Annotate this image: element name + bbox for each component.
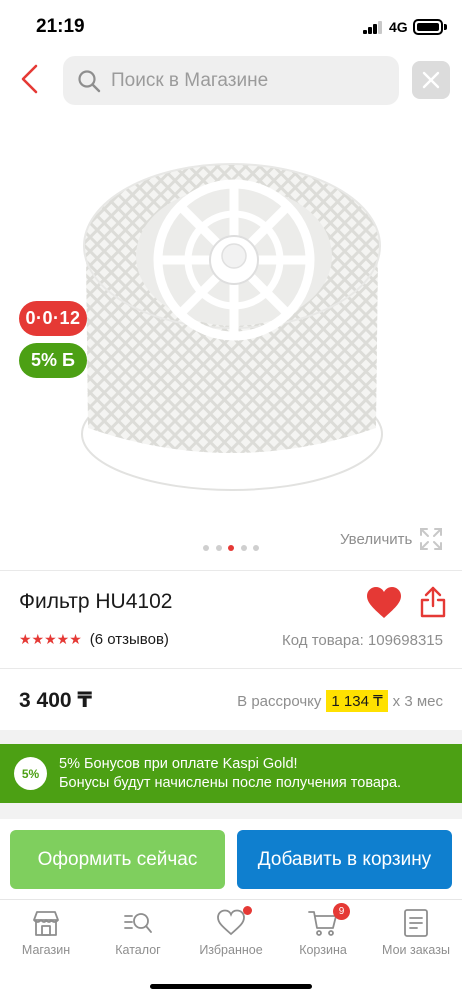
product-gallery[interactable]: 0·0·12 5% Б Увеличить — [0, 112, 462, 567]
nav-label: Каталог — [115, 943, 161, 957]
expand-icon — [420, 528, 443, 550]
nav-label: Избранное — [199, 943, 263, 957]
timer-badge: 0·0·12 — [19, 301, 87, 336]
installment-amount: 1 134 ₸ — [326, 690, 388, 712]
installment-suffix: х 3 мес — [392, 692, 443, 710]
favorite-button[interactable] — [366, 586, 402, 620]
nav-item-catalog[interactable]: Каталог — [92, 908, 184, 957]
bonus-percent-badge: 5% Б — [19, 343, 87, 378]
installment-info[interactable]: В рассрочку 1 134 ₸ х 3 мес — [237, 690, 443, 712]
nav-label: Мои заказы — [382, 943, 450, 957]
close-icon — [422, 71, 440, 89]
section-separator — [0, 803, 462, 819]
installment-prefix: В рассрочку — [237, 692, 322, 710]
pagination-dot[interactable] — [215, 545, 222, 551]
add-to-cart-button[interactable]: Добавить в корзину — [237, 830, 452, 889]
rating-stars: ★★★★★ — [19, 631, 82, 647]
zoom-label: Увеличить — [340, 530, 413, 548]
bonus-line-1: 5% Бонусов при оплате Kaspi Gold! — [59, 755, 298, 772]
reviews-link[interactable]: (6 отзывов) — [90, 631, 169, 648]
shop-icon — [33, 911, 59, 936]
heart-filled-icon — [367, 587, 401, 618]
back-button[interactable] — [12, 62, 46, 96]
divider — [0, 668, 462, 669]
pagination-dot[interactable] — [203, 545, 209, 551]
search-input[interactable] — [111, 69, 381, 92]
gallery-pagination[interactable] — [203, 545, 266, 551]
clear-search-button[interactable] — [412, 61, 450, 99]
status-time: 21:19 — [36, 16, 85, 37]
notification-dot — [243, 906, 252, 915]
nav-item-orders[interactable]: Мои заказы — [370, 908, 462, 957]
pagination-dot-active[interactable] — [228, 545, 234, 551]
product-title: Фильтр HU4102 — [19, 590, 173, 613]
home-indicator[interactable] — [150, 984, 312, 989]
divider — [0, 570, 462, 571]
orders-icon — [404, 909, 428, 937]
pagination-dot[interactable] — [253, 545, 259, 551]
heart-icon — [217, 909, 245, 936]
nav-item-cart[interactable]: 9 Корзина — [277, 903, 369, 957]
catalog-icon — [124, 913, 152, 933]
nav-label: Корзина — [299, 943, 347, 957]
search-icon — [78, 69, 101, 92]
nav-item-shop[interactable]: Магазин — [0, 908, 92, 957]
signal-icon — [363, 21, 383, 34]
rating-row[interactable]: ★★★★★ (6 отзывов) — [19, 631, 169, 648]
nav-item-favorites[interactable]: Избранное — [185, 906, 277, 957]
zoom-button[interactable]: Увеличить — [340, 528, 443, 550]
status-bar: 21:19 4G — [0, 0, 462, 54]
bonus-line-2: Бонусы будут начислены после получения т… — [59, 774, 402, 791]
section-separator — [0, 730, 462, 744]
product-image[interactable] — [76, 136, 388, 496]
cart-icon-wrap: 9 — [308, 903, 350, 938]
share-button[interactable] — [420, 586, 446, 618]
battery-icon — [413, 19, 443, 35]
network-label: 4G — [389, 19, 408, 35]
heart-icon-wrap — [216, 906, 252, 938]
nav-label: Магазин — [21, 943, 71, 957]
chevron-left-icon — [21, 64, 38, 94]
share-icon — [420, 586, 446, 618]
bonus-text: 5% Бонусов при оплате Kaspi Gold! Бонусы… — [59, 755, 401, 793]
bonus-badge: 5% — [14, 757, 47, 790]
product-code: Код товара: 109698315 — [282, 632, 443, 649]
checkout-now-button[interactable]: Оформить сейчас — [10, 830, 225, 889]
search-bar[interactable] — [63, 56, 399, 105]
cart-count-badge: 9 — [333, 903, 350, 920]
bonus-banner[interactable]: 5% 5% Бонусов при оплате Kaspi Gold! Бон… — [0, 744, 462, 803]
pagination-dot[interactable] — [240, 545, 247, 551]
battery-tip — [444, 24, 447, 30]
product-price: 3 400 ₸ — [19, 689, 92, 712]
